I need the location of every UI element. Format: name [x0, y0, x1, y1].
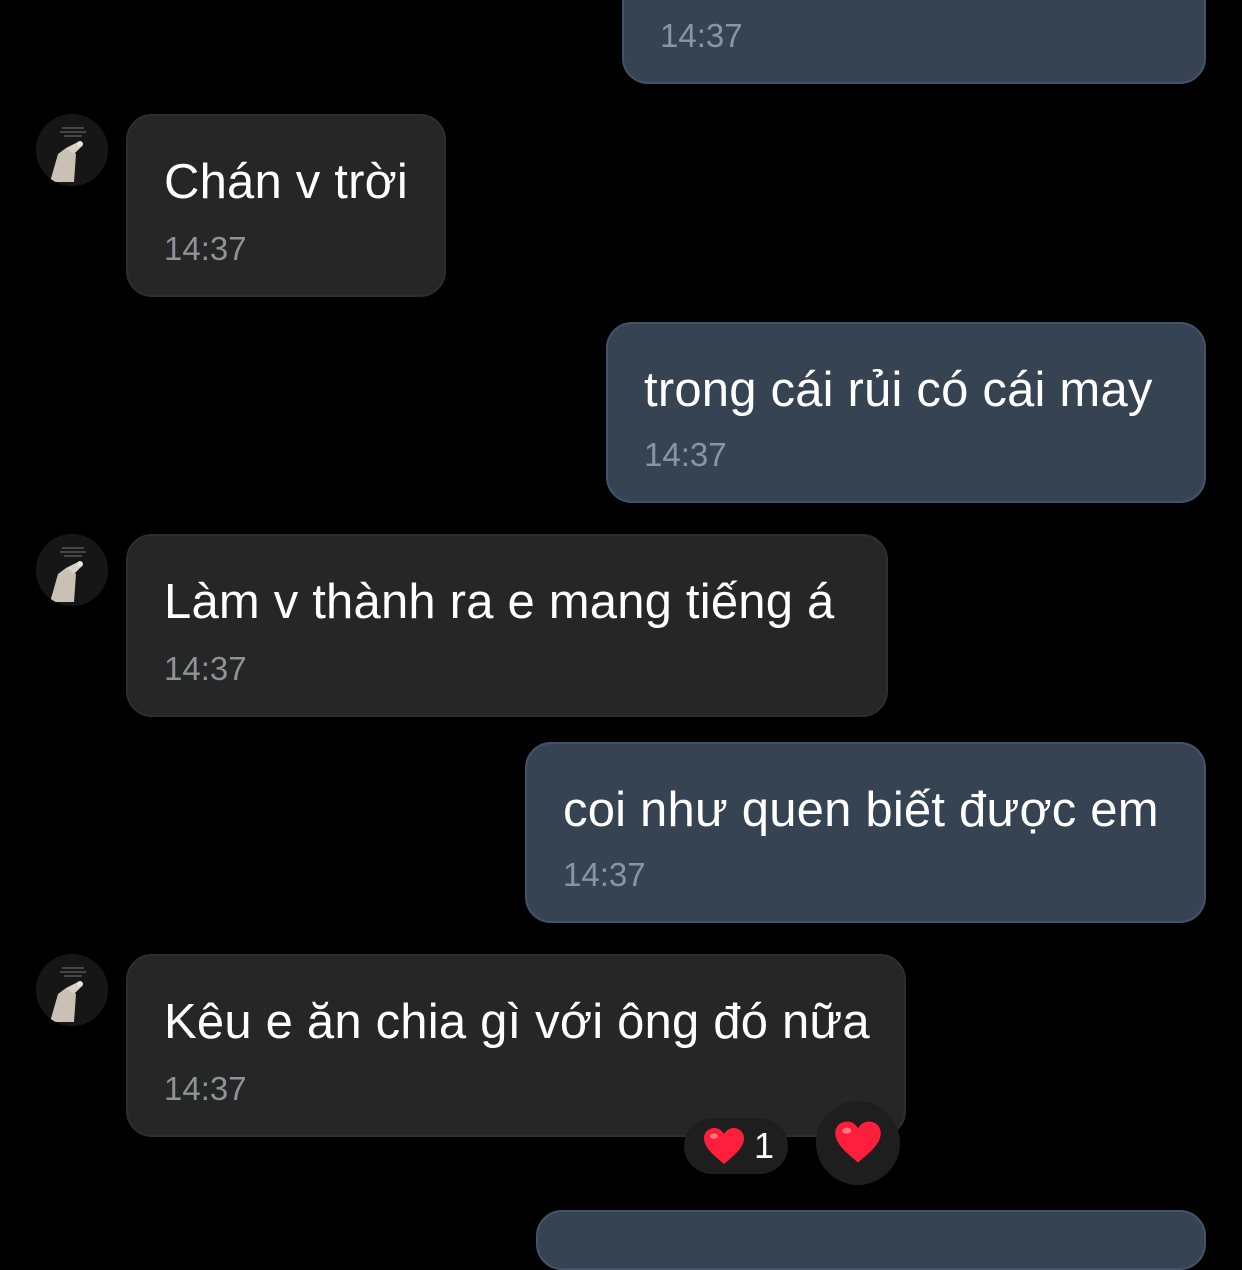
incoming-message-bubble[interactable]: Chán v trời 14:37 [126, 114, 446, 297]
heart-icon [833, 1119, 883, 1170]
heart-icon [702, 1126, 746, 1171]
message-timestamp: 14:37 [563, 856, 646, 893]
message-timestamp: 14:37 [164, 230, 247, 267]
message-text: trong cái rủi có cái may [644, 363, 1153, 417]
reaction-count: 1 [754, 1125, 775, 1166]
message-text: coi như quen biết được em [563, 783, 1159, 837]
outgoing-message-bubble[interactable] [536, 1210, 1206, 1270]
contact-avatar[interactable] [36, 114, 108, 186]
heart-reaction-button[interactable] [816, 1101, 900, 1185]
outgoing-message-bubble[interactable]: trong cái rủi có cái may 14:37 [606, 322, 1206, 503]
message-timestamp: 14:37 [644, 436, 727, 473]
message-text: Kêu e ăn chia gì với ông đó nữa [164, 995, 870, 1049]
outgoing-message-bubble[interactable]: 14:37 [622, 0, 1206, 84]
message-text: Chán v trời [164, 155, 409, 209]
incoming-message-bubble[interactable]: Làm v thành ra e mang tiếng á 14:37 [126, 534, 888, 717]
message-timestamp: 14:37 [164, 650, 247, 687]
outgoing-message-bubble[interactable]: coi như quen biết được em 14:37 [525, 742, 1206, 923]
message-timestamp: 14:37 [164, 1070, 247, 1107]
incoming-message-bubble[interactable]: Kêu e ăn chia gì với ông đó nữa 14:37 [126, 954, 906, 1137]
contact-avatar[interactable] [36, 534, 108, 606]
message-text: Làm v thành ra e mang tiếng á [164, 575, 835, 629]
reaction-count-badge[interactable]: 1 [684, 1118, 788, 1174]
message-timestamp: 14:37 [660, 17, 743, 54]
contact-avatar[interactable] [36, 954, 108, 1026]
